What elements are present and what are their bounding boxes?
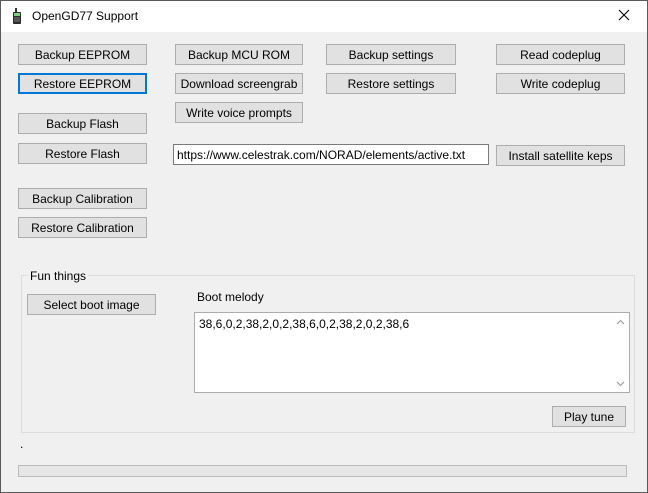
keps-url-input[interactable]: https://www.celestrak.com/NORAD/elements… [173, 144, 489, 165]
install-satellite-keps-button[interactable]: Install satellite keps [496, 145, 625, 166]
radio-handset-icon [11, 8, 23, 25]
support-window: OpenGD77 Support Backup EEPROM Restore E… [0, 0, 648, 493]
melody-scrollbar[interactable] [612, 313, 629, 392]
scroll-up-icon[interactable] [612, 313, 629, 330]
restore-eeprom-button[interactable]: Restore EEPROM [18, 73, 147, 94]
restore-calibration-button[interactable]: Restore Calibration [18, 217, 147, 238]
window-title: OpenGD77 Support [32, 9, 139, 23]
progress-bar [18, 465, 627, 477]
boot-melody-text: 38,6,0,2,38,2,0,2,38,6,0,2,38,2,0,2,38,6 [199, 317, 410, 331]
fun-things-group-label: Fun things [28, 269, 89, 283]
read-codeplug-button[interactable]: Read codeplug [496, 44, 625, 65]
restore-flash-button[interactable]: Restore Flash [18, 143, 147, 164]
backup-settings-button[interactable]: Backup settings [326, 44, 456, 65]
close-button[interactable] [601, 1, 647, 32]
backup-flash-button[interactable]: Backup Flash [18, 113, 147, 134]
play-tune-button[interactable]: Play tune [552, 406, 626, 427]
close-icon [618, 9, 630, 24]
boot-melody-label: Boot melody [197, 290, 264, 304]
write-voice-prompts-button[interactable]: Write voice prompts [175, 102, 303, 123]
download-screengrab-button[interactable]: Download screengrab [175, 73, 303, 94]
restore-settings-button[interactable]: Restore settings [326, 73, 456, 94]
backup-calibration-button[interactable]: Backup Calibration [18, 188, 147, 209]
backup-eeprom-button[interactable]: Backup EEPROM [18, 44, 147, 65]
select-boot-image-button[interactable]: Select boot image [27, 294, 156, 315]
boot-melody-textarea[interactable]: 38,6,0,2,38,2,0,2,38,6,0,2,38,2,0,2,38,6 [194, 312, 630, 393]
scroll-down-icon[interactable] [612, 375, 629, 392]
write-codeplug-button[interactable]: Write codeplug [496, 73, 625, 94]
status-text: . [20, 437, 24, 451]
title-bar[interactable]: OpenGD77 Support [1, 1, 647, 32]
backup-mcu-rom-button[interactable]: Backup MCU ROM [175, 44, 303, 65]
